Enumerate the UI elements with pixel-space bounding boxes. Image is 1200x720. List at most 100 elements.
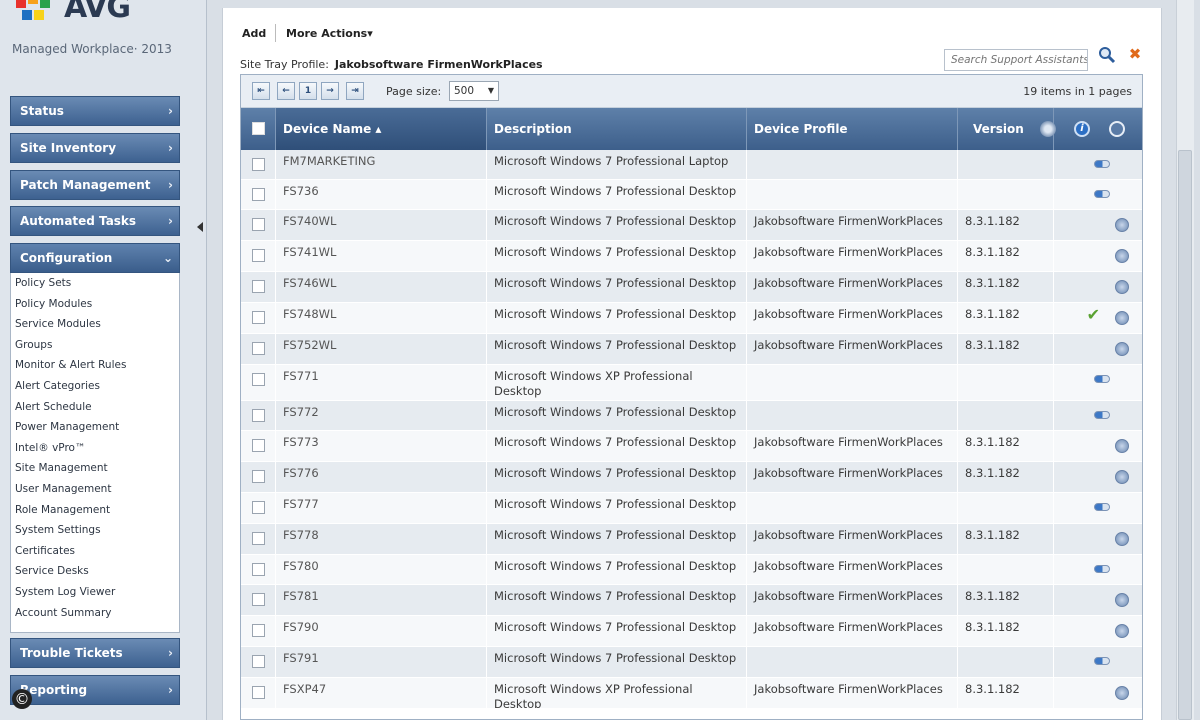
nav-patch-management-label: Patch Management — [20, 178, 151, 192]
table-row[interactable]: FS772 Microsoft Windows 7 Professional De… — [241, 401, 1142, 431]
add-button[interactable]: Add — [242, 27, 266, 40]
row-checkbox[interactable] — [252, 311, 265, 324]
first-page-button[interactable]: ⇤ — [252, 82, 270, 100]
device-name-cell: FS780 — [276, 555, 487, 584]
nav-trouble-tickets[interactable]: Trouble Tickets › — [10, 638, 180, 668]
nav-status[interactable]: Status › — [10, 96, 180, 126]
submenu-item-policy-modules[interactable]: Policy Modules — [11, 294, 179, 315]
table-row[interactable]: FS740WL Microsoft Windows 7 Professional … — [241, 210, 1142, 241]
search-input[interactable] — [944, 49, 1088, 71]
version-cell: 8.3.1.182 — [958, 616, 1054, 646]
description-cell: Microsoft Windows 7 Professional Desktop — [487, 303, 747, 333]
page-number[interactable]: 1 — [299, 82, 317, 100]
submenu-item-service-desks[interactable]: Service Desks — [11, 561, 179, 582]
page-size-select[interactable]: 500 ▼ — [449, 81, 499, 101]
table-row[interactable]: FM7MARKETING Microsoft Windows 7 Professi… — [241, 150, 1142, 180]
table-row[interactable]: FS777 Microsoft Windows 7 Professional De… — [241, 493, 1142, 524]
table-row[interactable]: FSXP47 Microsoft Windows XP Professional … — [241, 678, 1142, 709]
row-checkbox[interactable] — [252, 686, 265, 699]
table-row[interactable]: FS752WL Microsoft Windows 7 Professional … — [241, 334, 1142, 365]
row-checkbox[interactable] — [252, 249, 265, 262]
row-checkbox[interactable] — [252, 188, 265, 201]
row-checkbox[interactable] — [252, 342, 265, 355]
submenu-item-system-log-viewer[interactable]: System Log Viewer — [11, 582, 179, 603]
clock-icon[interactable] — [1109, 121, 1125, 137]
next-page-button[interactable]: → — [321, 82, 339, 100]
row-checkbox[interactable] — [252, 439, 265, 452]
row-checkbox[interactable] — [252, 501, 265, 514]
table-row[interactable]: FS791 Microsoft Windows 7 Professional De… — [241, 647, 1142, 678]
table-row[interactable]: FS741WL Microsoft Windows 7 Professional … — [241, 241, 1142, 272]
select-all-cell — [241, 108, 276, 150]
nav-automated-tasks[interactable]: Automated Tasks › — [10, 206, 180, 236]
submenu-item-site-management[interactable]: Site Management — [11, 458, 179, 479]
row-checkbox[interactable] — [252, 532, 265, 545]
device-name-cell: FSXP47 — [276, 678, 487, 708]
configuration-submenu: Policy Sets Policy Modules Service Modul… — [10, 273, 180, 633]
scrollbar-thumb[interactable] — [1178, 150, 1192, 720]
table-row[interactable]: FS781 Microsoft Windows 7 Professional De… — [241, 585, 1142, 616]
prev-page-button[interactable]: ← — [277, 82, 295, 100]
submenu-item-certificates[interactable]: Certificates — [11, 541, 179, 562]
table-row[interactable]: FS773 Microsoft Windows 7 Professional De… — [241, 431, 1142, 462]
column-device-name[interactable]: Device Name ▴ — [276, 108, 487, 150]
description-cell: Microsoft Windows 7 Professional Desktop — [487, 555, 747, 584]
submenu-item-power-management[interactable]: Power Management — [11, 417, 179, 438]
copyright-icon: © — [12, 689, 32, 709]
nav-site-inventory[interactable]: Site Inventory › — [10, 133, 180, 163]
profile-label: Site Tray Profile: — [240, 58, 329, 71]
column-device-profile[interactable]: Device Profile — [747, 108, 958, 150]
table-row[interactable]: FS778 Microsoft Windows 7 Professional De… — [241, 524, 1142, 555]
row-checkbox[interactable] — [252, 158, 265, 171]
table-row[interactable]: FS771 Microsoft Windows XP Professional D… — [241, 365, 1142, 401]
more-actions-menu[interactable]: More Actions▾ — [286, 27, 373, 40]
row-checkbox[interactable] — [252, 373, 265, 386]
submenu-item-policy-sets[interactable]: Policy Sets — [11, 273, 179, 294]
nav-reporting[interactable]: Reporting › — [10, 675, 180, 705]
nav-configuration[interactable]: Configuration ⌄ — [10, 243, 180, 273]
table-row[interactable]: FS790 Microsoft Windows 7 Professional De… — [241, 616, 1142, 647]
submenu-item-role-management[interactable]: Role Management — [11, 500, 179, 521]
description-cell: Microsoft Windows 7 Professional Desktop — [487, 401, 747, 430]
clock-status-icon — [1115, 280, 1129, 294]
row-checkbox-cell — [241, 210, 276, 240]
submenu-item-account-summary[interactable]: Account Summary — [11, 603, 179, 624]
row-checkbox[interactable] — [252, 280, 265, 293]
row-checkbox-cell — [241, 678, 276, 708]
row-checkbox[interactable] — [252, 593, 265, 606]
row-checkbox[interactable] — [252, 624, 265, 637]
row-checkbox[interactable] — [252, 470, 265, 483]
submenu-item-intel-vpro[interactable]: Intel® vPro™ — [11, 438, 179, 459]
table-row[interactable]: FS776 Microsoft Windows 7 Professional De… — [241, 462, 1142, 493]
table-row[interactable]: FS736 Microsoft Windows 7 Professional De… — [241, 180, 1142, 210]
submenu-item-user-management[interactable]: User Management — [11, 479, 179, 500]
table-row[interactable]: FS746WL Microsoft Windows 7 Professional … — [241, 272, 1142, 303]
table-row[interactable]: FS748WL Microsoft Windows 7 Professional … — [241, 303, 1142, 334]
submenu-item-alert-categories[interactable]: Alert Categories — [11, 376, 179, 397]
clear-search-icon[interactable]: ✖ — [1127, 46, 1143, 62]
submenu-item-service-modules[interactable]: Service Modules — [11, 314, 179, 335]
refresh-icon[interactable] — [1040, 121, 1056, 137]
clock-status-icon — [1115, 470, 1129, 484]
row-checkbox[interactable] — [252, 655, 265, 668]
column-description[interactable]: Description — [487, 108, 747, 150]
status-cell — [1054, 524, 1142, 554]
table-row[interactable]: FS780 Microsoft Windows 7 Professional De… — [241, 555, 1142, 585]
collapse-sidebar-icon[interactable] — [197, 222, 203, 232]
last-page-button[interactable]: ⇥ — [346, 82, 364, 100]
row-checkbox[interactable] — [252, 563, 265, 576]
sidebar: AVG Managed Workplace· 2013 Status › Sit… — [0, 0, 207, 720]
info-icon[interactable]: i — [1074, 121, 1090, 137]
submenu-item-alert-schedule[interactable]: Alert Schedule — [11, 397, 179, 418]
select-all-checkbox[interactable] — [252, 122, 265, 135]
row-checkbox[interactable] — [252, 218, 265, 231]
row-checkbox[interactable] — [252, 409, 265, 422]
device-name-cell: FS791 — [276, 647, 487, 677]
submenu-item-monitor-alert-rules[interactable]: Monitor & Alert Rules — [11, 355, 179, 376]
description-cell: Microsoft Windows XP Professional Deskto… — [487, 678, 747, 708]
submenu-item-groups[interactable]: Groups — [11, 335, 179, 356]
search-icon[interactable] — [1098, 46, 1116, 64]
nav-patch-management[interactable]: Patch Management › — [10, 170, 180, 200]
submenu-item-system-settings[interactable]: System Settings — [11, 520, 179, 541]
check-icon: ✔ — [1086, 305, 1100, 324]
